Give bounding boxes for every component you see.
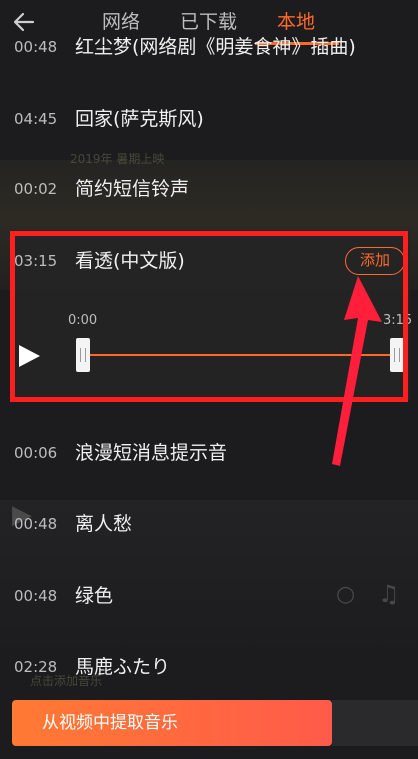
song-row[interactable]: 04:45 回家(萨克斯风) xyxy=(0,94,418,144)
song-title: 浪漫短消息提示音 xyxy=(75,442,228,464)
song-title: 馬鹿ふたり xyxy=(75,656,171,678)
song-duration: 03:15 xyxy=(14,252,58,270)
song-row[interactable]: 00:02 简约短信铃声 xyxy=(0,164,418,214)
trim-track[interactable] xyxy=(84,354,396,356)
song-title: 简约短信铃声 xyxy=(75,178,190,200)
song-duration: 00:48 xyxy=(14,587,58,605)
bottom-bar-side xyxy=(332,700,418,746)
song-title: 看透(中文版) xyxy=(75,250,185,272)
song-row[interactable]: 00:48 红尘梦(网络剧《明姜食神》插曲) xyxy=(0,22,418,72)
trim-start-time: 0:00 xyxy=(68,313,98,328)
song-title: 红尘梦(网络剧《明姜食神》插曲) xyxy=(75,36,356,58)
song-row[interactable]: 02:28 馬鹿ふたり xyxy=(0,642,418,692)
add-button[interactable]: 添加 xyxy=(345,247,405,275)
song-row[interactable]: 00:48 离人愁 xyxy=(0,499,418,549)
extract-music-from-video-button[interactable]: 从视频中提取音乐 xyxy=(12,700,332,746)
trim-end-time: 3:15 xyxy=(383,313,413,328)
song-duration: 00:06 xyxy=(14,444,58,462)
song-title: 离人愁 xyxy=(75,513,133,535)
song-duration: 00:48 xyxy=(14,38,58,56)
song-duration: 00:48 xyxy=(14,515,58,533)
song-row[interactable]: 00:48 绿色 xyxy=(0,571,418,621)
trim-start-handle[interactable] xyxy=(76,338,90,372)
trim-end-handle[interactable] xyxy=(390,338,404,372)
song-row[interactable]: 00:06 浪漫短消息提示音 xyxy=(0,428,418,478)
song-duration: 00:02 xyxy=(14,180,58,198)
song-title: 回家(萨克斯风) xyxy=(75,108,204,130)
song-duration: 02:28 xyxy=(14,658,58,676)
play-icon[interactable] xyxy=(16,343,42,369)
song-duration: 04:45 xyxy=(14,110,58,128)
song-title: 绿色 xyxy=(75,585,114,607)
